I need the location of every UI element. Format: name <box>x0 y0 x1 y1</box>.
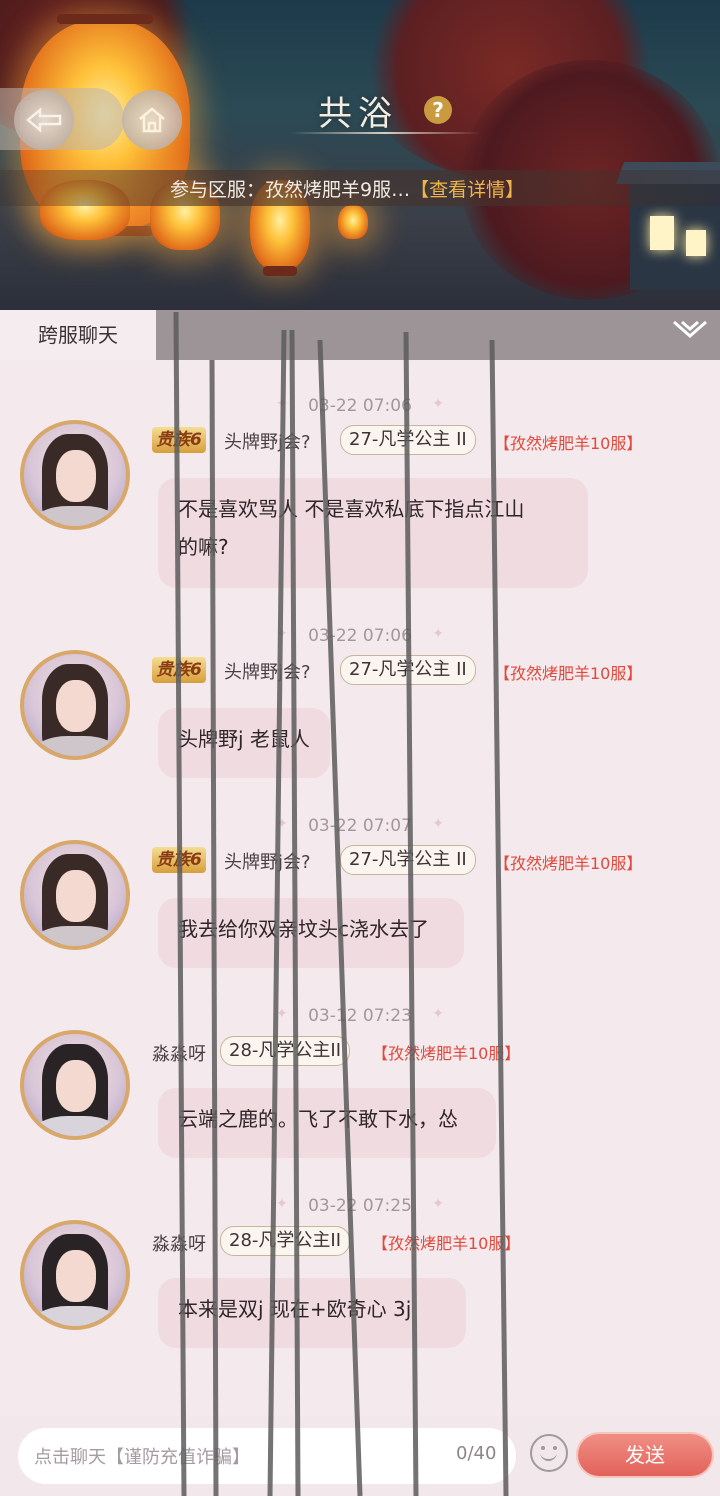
server-tag: 【孜然烤肥羊10服】 <box>372 1044 521 1063</box>
username[interactable]: 头牌野j会? <box>224 428 311 454</box>
message-text: 云端之鹿的。飞了不敢下水，怂 <box>178 1107 458 1131</box>
home-button[interactable] <box>122 90 182 150</box>
server-tag: 【孜然烤肥羊10服】 <box>494 854 643 873</box>
chevron-down-icon <box>673 320 707 338</box>
title-badge: 27-凡学公主 II <box>340 655 476 685</box>
server-tag: 【孜然烤肥羊10服】 <box>494 664 643 683</box>
noble-badge: 贵族6 <box>152 427 206 453</box>
message-bubble[interactable]: 头牌野j 老鼠人 <box>158 708 330 778</box>
avatar[interactable]: ✦ <box>20 420 130 530</box>
server-tag: 【孜然烤肥羊10服】 <box>372 1234 521 1253</box>
username[interactable]: 头牌野j会? <box>224 848 311 874</box>
header-background <box>0 0 720 310</box>
message-timestamp: 03-22 07:07 <box>276 816 444 836</box>
char-counter: 0/40 <box>456 1443 497 1464</box>
collapse-button[interactable] <box>670 316 710 352</box>
avatar[interactable]: ✦ <box>20 1220 130 1330</box>
username[interactable]: 淼淼呀 <box>152 1040 206 1066</box>
avatar[interactable]: ✦ <box>20 840 130 950</box>
server-info: 参与区服：孜然烤肥羊9服…【查看详情】 <box>170 175 524 202</box>
server-tag: 【孜然烤肥羊10服】 <box>494 434 643 453</box>
lantern <box>338 205 368 239</box>
message-text: 本来是双j 现在+欧奇心 3j <box>178 1297 412 1321</box>
message-bubble[interactable]: 我去给你双亲坟头c浇水去了 <box>158 898 464 968</box>
avatar[interactable]: ✦ <box>20 650 130 760</box>
message-bubble[interactable]: 云端之鹿的。飞了不敢下水，怂 <box>158 1088 496 1158</box>
title-badge: 28-凡学公主II <box>220 1226 351 1256</box>
message-bubble[interactable]: 不是喜欢骂人 不是喜欢私底下指点江山 的嘛? <box>158 478 588 588</box>
title-badge: 28-凡学公主II <box>220 1036 351 1066</box>
chat-input-placeholder: 点击聊天【谨防充值诈骗】 <box>34 1447 250 1468</box>
message-timestamp: 03-12 07:23 <box>276 1006 444 1026</box>
username[interactable]: 头牌野j会? <box>224 658 311 684</box>
back-button[interactable] <box>14 90 74 150</box>
message-text: 不是喜欢骂人 不是喜欢私底下指点江山 <box>178 497 525 521</box>
message-timestamp: 03-22 07:06 <box>276 396 444 416</box>
avatar[interactable]: ✦ <box>20 1030 130 1140</box>
help-icon[interactable]: ? <box>424 96 452 124</box>
tab-cross-server-chat[interactable]: 跨服聊天 <box>0 310 156 360</box>
username[interactable]: 淼淼呀 <box>152 1230 206 1256</box>
noble-badge: 贵族6 <box>152 847 206 873</box>
title-decoration <box>290 132 480 134</box>
view-details-link[interactable]: 【查看详情】 <box>410 179 524 201</box>
title-badge: 27-凡学公主 II <box>340 845 476 875</box>
message-timestamp: 03-22 07:06 <box>276 626 444 646</box>
message-text: 我去给你双亲坟头c浇水去了 <box>178 917 429 941</box>
message-text: 头牌野j 老鼠人 <box>178 727 310 751</box>
message-bubble[interactable]: 本来是双j 现在+欧奇心 3j <box>158 1278 466 1348</box>
noble-badge: 贵族6 <box>152 657 206 683</box>
title-badge: 27-凡学公主 II <box>340 425 476 455</box>
send-button[interactable]: 发送 <box>578 1434 712 1476</box>
server-list-text: 参与区服：孜然烤肥羊9服… <box>170 179 411 201</box>
home-icon <box>139 107 165 133</box>
emoji-icon[interactable] <box>530 1434 568 1472</box>
arrow-left-icon <box>26 107 62 133</box>
message-timestamp: 03-22 07:25 <box>276 1196 444 1216</box>
message-text: 的嘛? <box>178 535 229 559</box>
page-title: 共浴 <box>318 94 398 134</box>
